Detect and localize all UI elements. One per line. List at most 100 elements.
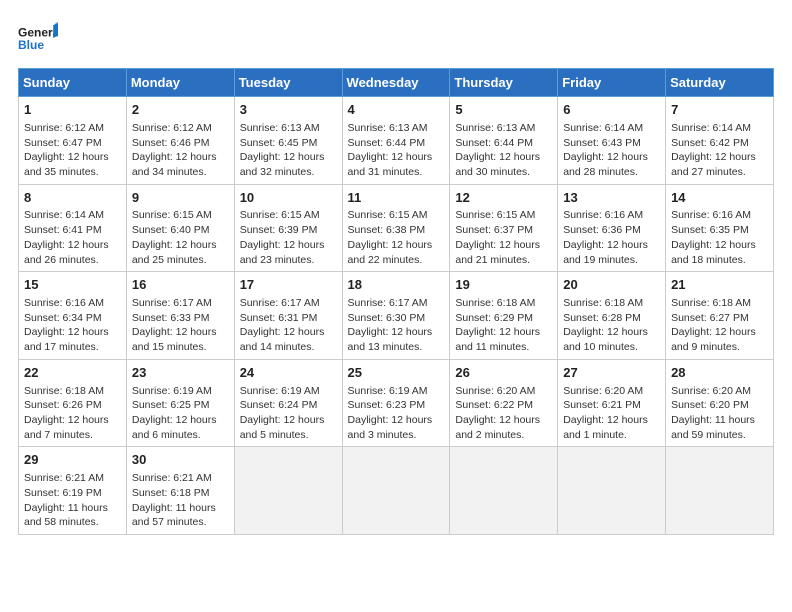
day-info: Sunrise: 6:20 AMSunset: 6:20 PMDaylight:…: [671, 384, 768, 443]
calendar-cell: 12Sunrise: 6:15 AMSunset: 6:37 PMDayligh…: [450, 184, 558, 272]
calendar-cell: 14Sunrise: 6:16 AMSunset: 6:35 PMDayligh…: [666, 184, 774, 272]
calendar-cell: 30Sunrise: 6:21 AMSunset: 6:18 PMDayligh…: [126, 447, 234, 535]
day-number: 18: [348, 276, 445, 295]
calendar-header-monday: Monday: [126, 69, 234, 97]
day-number: 19: [455, 276, 552, 295]
day-number: 26: [455, 364, 552, 383]
day-number: 4: [348, 101, 445, 120]
calendar-week-2: 8Sunrise: 6:14 AMSunset: 6:41 PMDaylight…: [19, 184, 774, 272]
day-number: 14: [671, 189, 768, 208]
calendar-table: SundayMondayTuesdayWednesdayThursdayFrid…: [18, 68, 774, 535]
day-info: Sunrise: 6:17 AMSunset: 6:31 PMDaylight:…: [240, 296, 337, 355]
calendar-cell: 8Sunrise: 6:14 AMSunset: 6:41 PMDaylight…: [19, 184, 127, 272]
day-number: 23: [132, 364, 229, 383]
calendar-cell: 24Sunrise: 6:19 AMSunset: 6:24 PMDayligh…: [234, 359, 342, 447]
day-info: Sunrise: 6:19 AMSunset: 6:24 PMDaylight:…: [240, 384, 337, 443]
day-info: Sunrise: 6:14 AMSunset: 6:43 PMDaylight:…: [563, 121, 660, 180]
calendar-cell: [342, 447, 450, 535]
day-info: Sunrise: 6:19 AMSunset: 6:25 PMDaylight:…: [132, 384, 229, 443]
calendar-cell: 16Sunrise: 6:17 AMSunset: 6:33 PMDayligh…: [126, 272, 234, 360]
day-info: Sunrise: 6:13 AMSunset: 6:45 PMDaylight:…: [240, 121, 337, 180]
page: General Blue SundayMondayTuesdayWednesda…: [0, 0, 792, 612]
day-info: Sunrise: 6:14 AMSunset: 6:41 PMDaylight:…: [24, 208, 121, 267]
day-info: Sunrise: 6:20 AMSunset: 6:21 PMDaylight:…: [563, 384, 660, 443]
calendar-week-3: 15Sunrise: 6:16 AMSunset: 6:34 PMDayligh…: [19, 272, 774, 360]
calendar-cell: 19Sunrise: 6:18 AMSunset: 6:29 PMDayligh…: [450, 272, 558, 360]
calendar-week-4: 22Sunrise: 6:18 AMSunset: 6:26 PMDayligh…: [19, 359, 774, 447]
day-info: Sunrise: 6:14 AMSunset: 6:42 PMDaylight:…: [671, 121, 768, 180]
calendar-cell: 13Sunrise: 6:16 AMSunset: 6:36 PMDayligh…: [558, 184, 666, 272]
calendar-header-sunday: Sunday: [19, 69, 127, 97]
calendar-cell: 26Sunrise: 6:20 AMSunset: 6:22 PMDayligh…: [450, 359, 558, 447]
day-info: Sunrise: 6:12 AMSunset: 6:46 PMDaylight:…: [132, 121, 229, 180]
calendar-cell: 1Sunrise: 6:12 AMSunset: 6:47 PMDaylight…: [19, 97, 127, 185]
day-info: Sunrise: 6:16 AMSunset: 6:36 PMDaylight:…: [563, 208, 660, 267]
day-number: 21: [671, 276, 768, 295]
day-info: Sunrise: 6:18 AMSunset: 6:29 PMDaylight:…: [455, 296, 552, 355]
calendar-cell: 10Sunrise: 6:15 AMSunset: 6:39 PMDayligh…: [234, 184, 342, 272]
day-info: Sunrise: 6:15 AMSunset: 6:40 PMDaylight:…: [132, 208, 229, 267]
day-number: 10: [240, 189, 337, 208]
logo-svg: General Blue: [18, 18, 58, 58]
day-info: Sunrise: 6:21 AMSunset: 6:19 PMDaylight:…: [24, 471, 121, 530]
day-number: 29: [24, 451, 121, 470]
day-info: Sunrise: 6:15 AMSunset: 6:37 PMDaylight:…: [455, 208, 552, 267]
calendar-cell: 18Sunrise: 6:17 AMSunset: 6:30 PMDayligh…: [342, 272, 450, 360]
day-number: 30: [132, 451, 229, 470]
calendar-cell: 4Sunrise: 6:13 AMSunset: 6:44 PMDaylight…: [342, 97, 450, 185]
day-number: 5: [455, 101, 552, 120]
day-info: Sunrise: 6:18 AMSunset: 6:26 PMDaylight:…: [24, 384, 121, 443]
day-number: 2: [132, 101, 229, 120]
day-info: Sunrise: 6:12 AMSunset: 6:47 PMDaylight:…: [24, 121, 121, 180]
day-info: Sunrise: 6:17 AMSunset: 6:30 PMDaylight:…: [348, 296, 445, 355]
calendar-cell: [558, 447, 666, 535]
calendar-cell: 3Sunrise: 6:13 AMSunset: 6:45 PMDaylight…: [234, 97, 342, 185]
day-number: 12: [455, 189, 552, 208]
header: General Blue: [18, 18, 774, 58]
calendar-cell: [234, 447, 342, 535]
day-info: Sunrise: 6:18 AMSunset: 6:28 PMDaylight:…: [563, 296, 660, 355]
calendar-header-thursday: Thursday: [450, 69, 558, 97]
calendar-header-saturday: Saturday: [666, 69, 774, 97]
logo: General Blue: [18, 18, 58, 58]
day-number: 15: [24, 276, 121, 295]
calendar-header-friday: Friday: [558, 69, 666, 97]
calendar-week-1: 1Sunrise: 6:12 AMSunset: 6:47 PMDaylight…: [19, 97, 774, 185]
day-info: Sunrise: 6:17 AMSunset: 6:33 PMDaylight:…: [132, 296, 229, 355]
day-number: 25: [348, 364, 445, 383]
day-number: 16: [132, 276, 229, 295]
day-number: 7: [671, 101, 768, 120]
calendar-cell: 27Sunrise: 6:20 AMSunset: 6:21 PMDayligh…: [558, 359, 666, 447]
day-info: Sunrise: 6:13 AMSunset: 6:44 PMDaylight:…: [455, 121, 552, 180]
day-info: Sunrise: 6:13 AMSunset: 6:44 PMDaylight:…: [348, 121, 445, 180]
day-number: 22: [24, 364, 121, 383]
calendar-cell: 7Sunrise: 6:14 AMSunset: 6:42 PMDaylight…: [666, 97, 774, 185]
calendar-cell: 29Sunrise: 6:21 AMSunset: 6:19 PMDayligh…: [19, 447, 127, 535]
svg-text:Blue: Blue: [18, 38, 44, 52]
calendar-cell: 25Sunrise: 6:19 AMSunset: 6:23 PMDayligh…: [342, 359, 450, 447]
day-number: 11: [348, 189, 445, 208]
day-info: Sunrise: 6:21 AMSunset: 6:18 PMDaylight:…: [132, 471, 229, 530]
day-number: 9: [132, 189, 229, 208]
calendar-header-tuesday: Tuesday: [234, 69, 342, 97]
day-info: Sunrise: 6:20 AMSunset: 6:22 PMDaylight:…: [455, 384, 552, 443]
calendar-cell: 9Sunrise: 6:15 AMSunset: 6:40 PMDaylight…: [126, 184, 234, 272]
calendar-week-5: 29Sunrise: 6:21 AMSunset: 6:19 PMDayligh…: [19, 447, 774, 535]
day-info: Sunrise: 6:15 AMSunset: 6:39 PMDaylight:…: [240, 208, 337, 267]
calendar-cell: 2Sunrise: 6:12 AMSunset: 6:46 PMDaylight…: [126, 97, 234, 185]
calendar-cell: 28Sunrise: 6:20 AMSunset: 6:20 PMDayligh…: [666, 359, 774, 447]
calendar-cell: 23Sunrise: 6:19 AMSunset: 6:25 PMDayligh…: [126, 359, 234, 447]
day-info: Sunrise: 6:15 AMSunset: 6:38 PMDaylight:…: [348, 208, 445, 267]
day-number: 1: [24, 101, 121, 120]
day-number: 13: [563, 189, 660, 208]
day-info: Sunrise: 6:16 AMSunset: 6:35 PMDaylight:…: [671, 208, 768, 267]
calendar-cell: 17Sunrise: 6:17 AMSunset: 6:31 PMDayligh…: [234, 272, 342, 360]
calendar-header-row: SundayMondayTuesdayWednesdayThursdayFrid…: [19, 69, 774, 97]
day-number: 27: [563, 364, 660, 383]
calendar-cell: 20Sunrise: 6:18 AMSunset: 6:28 PMDayligh…: [558, 272, 666, 360]
calendar-cell: 21Sunrise: 6:18 AMSunset: 6:27 PMDayligh…: [666, 272, 774, 360]
day-info: Sunrise: 6:19 AMSunset: 6:23 PMDaylight:…: [348, 384, 445, 443]
calendar-cell: [666, 447, 774, 535]
calendar-cell: 22Sunrise: 6:18 AMSunset: 6:26 PMDayligh…: [19, 359, 127, 447]
day-number: 28: [671, 364, 768, 383]
